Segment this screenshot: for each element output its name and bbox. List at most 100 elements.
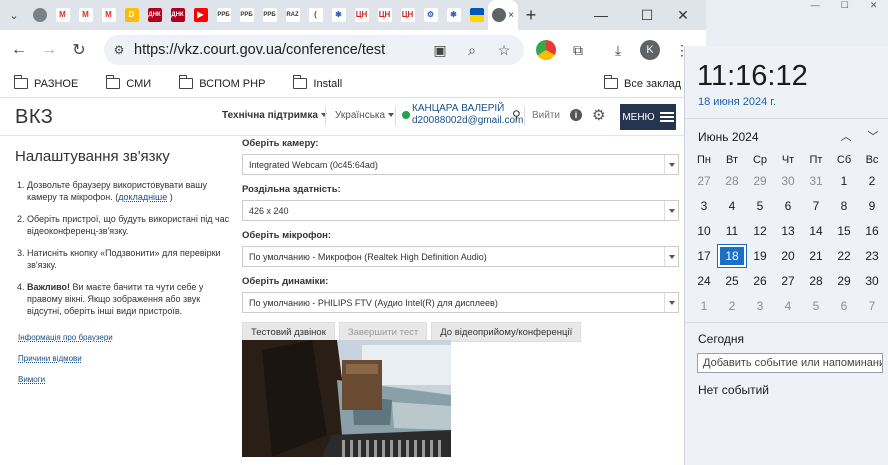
resolution-select[interactable]: 426 x 240 <box>242 200 679 221</box>
bookmark-star-icon[interactable]: ☆ <box>494 40 514 60</box>
maximize-icon[interactable]: ☐ <box>841 0 849 12</box>
close-tab-icon[interactable]: × <box>508 10 514 21</box>
url-text[interactable]: https://vkz.court.gov.ua/conference/test <box>134 42 385 58</box>
calendar-day[interactable]: 3 <box>690 195 718 217</box>
tab-18[interactable]: ✱ <box>442 0 465 30</box>
calendar-day[interactable]: 6 <box>774 195 802 217</box>
profile-avatar[interactable]: K <box>640 40 660 60</box>
calendar-day[interactable]: 11 <box>718 220 746 242</box>
minimize-icon[interactable]: — <box>578 0 624 30</box>
calendar-day[interactable]: 4 <box>718 195 746 217</box>
all-bookmarks[interactable]: Все заклад <box>603 75 681 90</box>
calendar-day[interactable]: 18 <box>717 244 747 268</box>
finish-test-button[interactable]: Завершити тест <box>338 322 428 342</box>
tab-17[interactable]: ⚙ <box>419 0 442 30</box>
minimize-icon[interactable]: — <box>811 0 820 12</box>
close-window-icon[interactable]: ✕ <box>870 0 878 12</box>
month-title[interactable]: Июнь 2024 <box>698 130 759 144</box>
calendar-day[interactable]: 3 <box>746 295 774 317</box>
tab-11[interactable]: RAZ <box>281 0 304 30</box>
bookmark-folder-smi[interactable]: СМИ <box>105 75 151 90</box>
calendar-day[interactable]: 24 <box>690 270 718 292</box>
calendar-day[interactable]: 5 <box>802 295 830 317</box>
calendar-day[interactable]: 26 <box>746 270 774 292</box>
speakers-select[interactable]: По умолчанию - PHILIPS FTV (Аудио Intel(… <box>242 292 679 313</box>
calendar-day[interactable]: 2 <box>718 295 746 317</box>
forward-arrow-icon[interactable]: → <box>34 35 64 65</box>
calendar-day[interactable]: 28 <box>718 170 746 192</box>
tab-8[interactable]: РРБ <box>212 0 235 30</box>
tab-5[interactable]: ДНК <box>143 0 166 30</box>
calendar-day[interactable]: 29 <box>830 270 858 292</box>
tab-2[interactable]: M <box>74 0 97 30</box>
camera-select[interactable]: Integrated Webcam (0c45:64ad) <box>242 154 679 175</box>
camera-icon[interactable]: ▣ <box>430 40 450 60</box>
tab-1[interactable]: M <box>51 0 74 30</box>
calendar-day[interactable]: 17 <box>690 245 718 267</box>
tab-14[interactable]: ЦН <box>350 0 373 30</box>
calendar-day[interactable]: 22 <box>830 245 858 267</box>
browser-info-link[interactable]: Інформація про браузери <box>18 333 230 342</box>
tab-12[interactable]: ( <box>304 0 327 30</box>
bookmark-folder-razne[interactable]: РАЗНОЕ <box>13 75 78 90</box>
calendar-day[interactable]: 25 <box>718 270 746 292</box>
zoom-icon[interactable]: ⌕ <box>462 40 482 60</box>
download-icon[interactable]: ⤓ <box>608 40 628 60</box>
requirements-link[interactable]: Вимоги <box>18 375 230 384</box>
calendar-day[interactable]: 16 <box>858 220 886 242</box>
extensions-puzzle-icon[interactable]: ⧉ <box>568 40 588 60</box>
address-bar[interactable]: ⚙ https://vkz.court.gov.ua/conference/te… <box>104 35 524 65</box>
calendar-day[interactable]: 23 <box>858 245 886 267</box>
add-event-input[interactable]: Добавить событие или напоминание <box>697 353 883 373</box>
calendar-day[interactable]: 1 <box>690 295 718 317</box>
bookmark-folder-install[interactable]: Install <box>292 75 342 90</box>
chrome-lens-icon[interactable] <box>536 40 556 60</box>
reload-icon[interactable]: ↻ <box>64 35 94 65</box>
calendar-day[interactable]: 19 <box>746 245 774 267</box>
calendar-day[interactable]: 1 <box>830 170 858 192</box>
calendar-day[interactable]: 30 <box>774 170 802 192</box>
bookmark-folder-php[interactable]: ВСПОМ PHP <box>178 75 265 90</box>
calendar-day[interactable]: 5 <box>746 195 774 217</box>
tab-7[interactable]: ▶ <box>189 0 212 30</box>
support-menu[interactable]: Технічна підтримка <box>222 110 327 121</box>
calendar-day[interactable]: 7 <box>858 295 886 317</box>
info-icon[interactable]: i <box>570 109 582 121</box>
tab-19[interactable] <box>465 0 488 30</box>
calendar-day[interactable]: 29 <box>746 170 774 192</box>
tab-13[interactable]: ✱ <box>327 0 350 30</box>
calendar-day[interactable]: 12 <box>746 220 774 242</box>
calendar-day[interactable]: 27 <box>690 170 718 192</box>
calendar-day[interactable]: 15 <box>830 220 858 242</box>
calendar-day[interactable]: 27 <box>774 270 802 292</box>
calendar-day[interactable]: 14 <box>802 220 830 242</box>
language-menu[interactable]: Українська <box>335 110 395 121</box>
calendar-day[interactable]: 7 <box>802 195 830 217</box>
calendar-day[interactable]: 10 <box>690 220 718 242</box>
calendar-day[interactable]: 9 <box>858 195 886 217</box>
site-info-icon[interactable]: ⚙ <box>104 35 134 65</box>
details-link[interactable]: докладніше <box>118 192 167 202</box>
calendar-day[interactable]: 31 <box>802 170 830 192</box>
tab-9[interactable]: РРБ <box>235 0 258 30</box>
close-window-icon[interactable]: ✕ <box>660 0 706 30</box>
calendar-day[interactable]: 4 <box>774 295 802 317</box>
clock-date-link[interactable]: 18 июня 2024 г. <box>698 96 776 108</box>
tab-15[interactable]: ЦН <box>373 0 396 30</box>
chevron-down-icon[interactable]: ﹀ <box>865 128 881 144</box>
site-logo[interactable]: ВКЗ <box>15 106 53 129</box>
back-arrow-icon[interactable]: ← <box>4 35 34 65</box>
logout-link[interactable]: Вийти <box>532 110 560 121</box>
calendar-day[interactable]: 28 <box>802 270 830 292</box>
calendar-day[interactable]: 8 <box>830 195 858 217</box>
calendar-day[interactable]: 13 <box>774 220 802 242</box>
settings-gear-icon[interactable]: ⚙ <box>592 106 605 124</box>
tab-active[interactable]: × <box>488 0 518 30</box>
calendar-day[interactable]: 2 <box>858 170 886 192</box>
tab-6[interactable]: ДНК <box>166 0 189 30</box>
calendar-day[interactable]: 6 <box>830 295 858 317</box>
failure-reasons-link[interactable]: Причини відмови <box>18 354 230 363</box>
go-to-conference-button[interactable]: До відеоприйому/конференції <box>431 322 582 342</box>
user-block[interactable]: КАНЦАРА ВАЛЕРІЙ d20088002d@gmail.com <box>412 103 523 127</box>
tab-10[interactable]: РРБ <box>258 0 281 30</box>
